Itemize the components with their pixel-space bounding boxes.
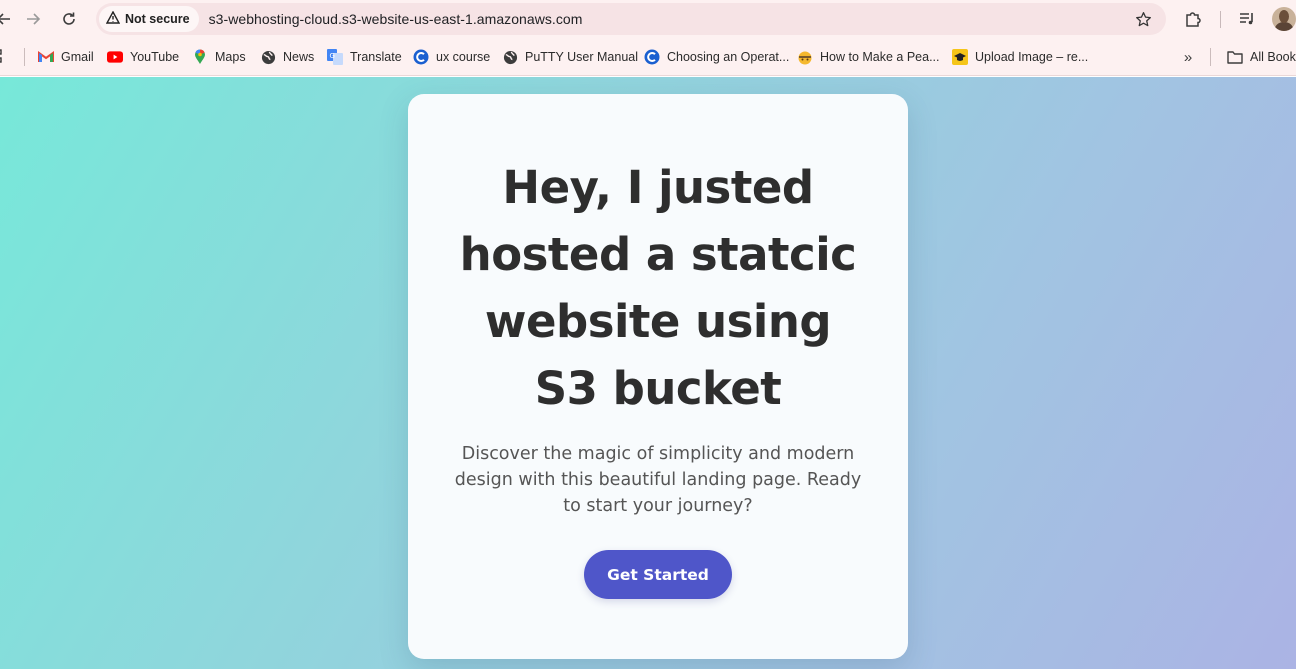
back-arrow-icon[interactable] [0,7,16,31]
graduation-cap-icon [952,49,968,65]
bookmark-upload-image[interactable]: Upload Image – re... [952,47,1088,67]
c-logo-icon [413,49,429,65]
landing-page-background: Hey, I justed hosted a statcic website u… [0,77,1296,669]
translate-icon: G [327,49,343,65]
media-control-icon[interactable] [1235,7,1259,31]
url-text[interactable]: s3-webhosting-cloud.s3-website-us-east-1… [209,11,583,27]
hero-subtext: Discover the magic of simplicity and mod… [454,444,862,516]
bookmark-label: How to Make a Pea... [820,50,940,64]
get-started-button[interactable]: Get Started [584,550,732,599]
svg-text:G: G [330,52,335,60]
apps-grid-icon[interactable] [0,49,8,70]
profile-avatar[interactable] [1272,7,1296,31]
bookmark-translate[interactable]: G Translate [327,47,402,67]
all-bookmarks-label: All Book [1250,50,1296,64]
bookmark-news[interactable]: News [260,47,314,67]
bookmark-gmail[interactable]: Gmail [38,47,94,67]
bookmarks-bar: Gmail YouTube Maps News G Translate ux c… [0,38,1296,76]
bookmark-label: News [283,50,315,64]
bookmark-label: Maps [215,50,246,64]
gmail-icon [38,49,54,65]
bookmark-maps[interactable]: Maps [192,47,246,67]
bookmark-label: Translate [350,50,402,64]
all-bookmarks-folder[interactable]: All Book [1227,47,1296,67]
security-chip-label: Not secure [125,12,190,26]
address-bar[interactable]: Not secure s3-webhosting-cloud.s3-websit… [96,3,1166,35]
bookmark-choosing-operat[interactable]: Choosing an Operat... [644,47,789,67]
bookmark-label: YouTube [130,50,180,64]
toolbar-divider [1220,11,1221,28]
reload-icon[interactable] [57,7,81,31]
bookmark-ux-course[interactable]: ux course [413,47,490,67]
bookmark-how-to-make[interactable]: How to Make a Pea... [797,47,940,67]
more-bookmarks-chevron-icon[interactable]: » [1178,47,1198,67]
globe-icon [502,49,518,65]
emoji-icon [797,49,813,65]
maps-icon [192,49,208,65]
bookmarks-divider [24,48,25,66]
security-chip[interactable]: Not secure [99,6,199,32]
browser-toolbar: Not secure s3-webhosting-cloud.s3-websit… [0,0,1296,38]
forward-arrow-icon[interactable] [21,7,45,31]
extensions-puzzle-icon[interactable] [1181,7,1205,31]
bookmark-label: ux course [436,50,491,64]
warning-triangle-icon [105,10,121,27]
bookmark-label: Upload Image – re... [975,50,1089,64]
bookmark-label: PuTTY User Manual [525,50,639,64]
bookmark-label: Gmail [61,50,94,64]
youtube-icon [107,49,123,65]
globe-icon [260,49,276,65]
bookmark-label: Choosing an Operat... [667,50,790,64]
folder-icon [1227,49,1243,65]
bookmarks-divider [1210,48,1211,66]
bookmark-youtube[interactable]: YouTube [107,47,179,67]
bookmark-putty-manual[interactable]: PuTTY User Manual [502,47,638,67]
hero-card: Hey, I justed hosted a statcic website u… [408,94,908,659]
c-logo-icon [644,49,660,65]
hero-headline: Hey, I justed hosted a statcic website u… [459,161,857,415]
bookmark-star-icon[interactable] [1132,8,1154,30]
